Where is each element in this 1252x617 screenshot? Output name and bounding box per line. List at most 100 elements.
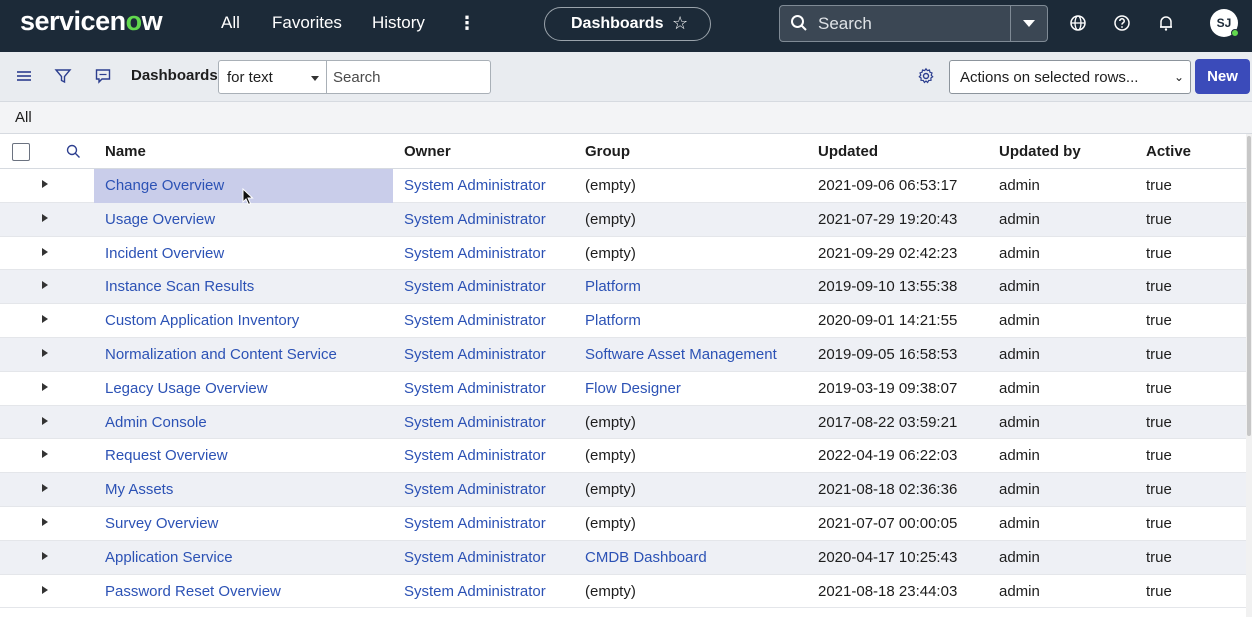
table-row[interactable]: Incident Overview System Administrator (em…	[0, 237, 1246, 271]
gear-icon[interactable]	[917, 67, 935, 85]
table-row[interactable]: Application Service System Administrator C…	[0, 540, 1246, 575]
cell-owner[interactable]: System Administrator	[404, 481, 546, 498]
expand-row-icon[interactable]	[42, 180, 48, 188]
table-row[interactable]: Normalization and Content Service System …	[0, 337, 1246, 372]
expand-row-icon[interactable]	[42, 315, 48, 324]
new-button[interactable]: New	[1195, 59, 1250, 94]
column-search-icon[interactable]	[66, 144, 81, 159]
hamburger-menu-icon[interactable]	[15, 67, 33, 85]
actions-select[interactable]: Actions on selected rows... ⌄	[949, 60, 1191, 94]
search-divider	[1010, 6, 1011, 41]
cell-owner[interactable]: System Administrator	[404, 312, 546, 329]
comment-icon[interactable]	[94, 67, 112, 85]
cell-name[interactable]: Password Reset Overview	[105, 583, 281, 600]
cell-owner[interactable]: System Administrator	[404, 380, 546, 397]
cell-owner[interactable]: System Administrator	[404, 447, 546, 464]
cell-name[interactable]: Request Overview	[105, 447, 228, 464]
expand-row-icon[interactable]	[42, 416, 48, 425]
scrollbar-thumb[interactable]	[1247, 136, 1251, 436]
cell-updated: 2021-07-07 00:00:05	[818, 514, 958, 532]
nav-history[interactable]: History	[372, 13, 425, 33]
table-row[interactable]: Survey Overview System Administrator (empt…	[0, 507, 1246, 541]
cell-owner[interactable]: System Administrator	[404, 278, 546, 295]
expand-row-icon[interactable]	[42, 281, 48, 290]
expand-row-icon[interactable]	[42, 213, 48, 222]
table-row[interactable]: Change Overview System Administrator (empt…	[0, 169, 1246, 203]
cell-owner[interactable]: System Administrator	[404, 346, 546, 363]
expand-row-icon[interactable]	[42, 551, 48, 560]
cell-owner[interactable]: System Administrator	[404, 549, 546, 566]
cell-updated: 2019-09-05 16:58:53	[818, 345, 958, 363]
cell-name[interactable]: Instance Scan Results	[105, 278, 254, 295]
expand-row-icon[interactable]	[42, 517, 48, 526]
table-row[interactable]: Admin Console System Administrator (empty)…	[0, 405, 1246, 440]
breadcrumb-bar: All	[0, 102, 1252, 134]
column-header-updated-by[interactable]: Updated by	[999, 143, 1081, 160]
global-search-placeholder: Search	[818, 14, 872, 33]
cell-owner[interactable]: System Administrator	[404, 414, 546, 431]
cell-group[interactable]: CMDB Dashboard	[585, 549, 707, 566]
filter-icon[interactable]	[54, 67, 72, 85]
expand-row-icon[interactable]	[42, 382, 48, 391]
cell-name[interactable]: Normalization and Content Service	[105, 346, 337, 363]
table-row[interactable]: Usage Overview System Administrator (empty…	[0, 202, 1246, 237]
search-scope-dropdown-icon[interactable]	[1023, 20, 1035, 27]
favorite-star-icon[interactable]: ☆	[672, 13, 688, 34]
nav-favorites[interactable]: Favorites	[272, 13, 342, 33]
cell-group[interactable]: Platform	[585, 312, 641, 329]
cell-active: true	[1146, 345, 1172, 363]
servicenow-logo[interactable]: servicenow	[20, 6, 163, 37]
table-row[interactable]: Legacy Usage Overview System Administrato…	[0, 372, 1246, 406]
column-header-owner[interactable]: Owner	[404, 143, 451, 160]
top-navigation: servicenow All Favorites History ⋮ Dashb…	[0, 0, 1252, 52]
cell-active: true	[1146, 514, 1172, 532]
cell-name[interactable]: Custom Application Inventory	[105, 312, 299, 329]
cell-group[interactable]: Flow Designer	[585, 380, 681, 397]
help-icon[interactable]	[1113, 14, 1131, 32]
cell-owner[interactable]: System Administrator	[404, 245, 546, 262]
cell-name[interactable]: Admin Console	[105, 414, 207, 431]
cell-name[interactable]: Incident Overview	[105, 245, 224, 262]
cell-updated: 2021-07-29 19:20:43	[818, 210, 958, 228]
column-header-updated[interactable]: Updated	[818, 143, 878, 160]
table-row[interactable]: My Assets System Administrator (empty) 2021…	[0, 473, 1246, 507]
select-all-checkbox[interactable]	[12, 143, 30, 161]
cell-group[interactable]: Software Asset Management	[585, 346, 777, 363]
bell-icon[interactable]	[1157, 14, 1175, 32]
user-avatar[interactable]: SJ	[1210, 9, 1239, 37]
breadcrumb-all[interactable]: All	[15, 109, 32, 126]
cell-name[interactable]: My Assets	[105, 481, 173, 498]
table-row[interactable]: Password Reset Overview System Administra…	[0, 575, 1246, 609]
expand-row-icon[interactable]	[42, 247, 48, 256]
column-header-group[interactable]: Group	[585, 143, 630, 160]
expand-row-icon[interactable]	[42, 484, 48, 493]
column-header-active[interactable]: Active	[1146, 143, 1191, 160]
cell-name[interactable]: Survey Overview	[105, 515, 218, 532]
expand-row-icon[interactable]	[42, 585, 48, 594]
cell-name[interactable]: Legacy Usage Overview	[105, 380, 268, 397]
more-menu-icon[interactable]: ⋮	[458, 13, 476, 34]
cell-owner[interactable]: System Administrator	[404, 177, 546, 194]
search-field-select[interactable]: for text	[218, 60, 327, 94]
cell-group[interactable]: Platform	[585, 278, 641, 295]
table-row[interactable]: Instance Scan Results System Administrato…	[0, 270, 1246, 305]
cell-name[interactable]: Change Overview	[105, 177, 224, 194]
table-row[interactable]: Request Overview System Administrator (emp…	[0, 439, 1246, 474]
cell-updated: 2020-04-17 10:25:43	[818, 548, 958, 566]
globe-icon[interactable]	[1069, 14, 1087, 32]
cell-name[interactable]: Usage Overview	[105, 211, 215, 228]
expand-row-icon[interactable]	[42, 450, 48, 459]
cell-owner[interactable]: System Administrator	[404, 515, 546, 532]
global-search[interactable]: Search	[779, 5, 1048, 42]
cell-active: true	[1146, 244, 1172, 262]
list-search-input[interactable]	[326, 60, 491, 94]
cell-updated-by: admin	[999, 312, 1040, 330]
cell-owner[interactable]: System Administrator	[404, 211, 546, 228]
nav-all[interactable]: All	[221, 13, 240, 33]
column-header-name[interactable]: Name	[105, 143, 146, 160]
context-pill[interactable]: Dashboards ☆	[544, 7, 711, 41]
cell-name[interactable]: Application Service	[105, 549, 233, 566]
table-row[interactable]: Custom Application Inventory System Admin…	[0, 304, 1246, 338]
cell-owner[interactable]: System Administrator	[404, 583, 546, 600]
expand-row-icon[interactable]	[42, 348, 48, 357]
